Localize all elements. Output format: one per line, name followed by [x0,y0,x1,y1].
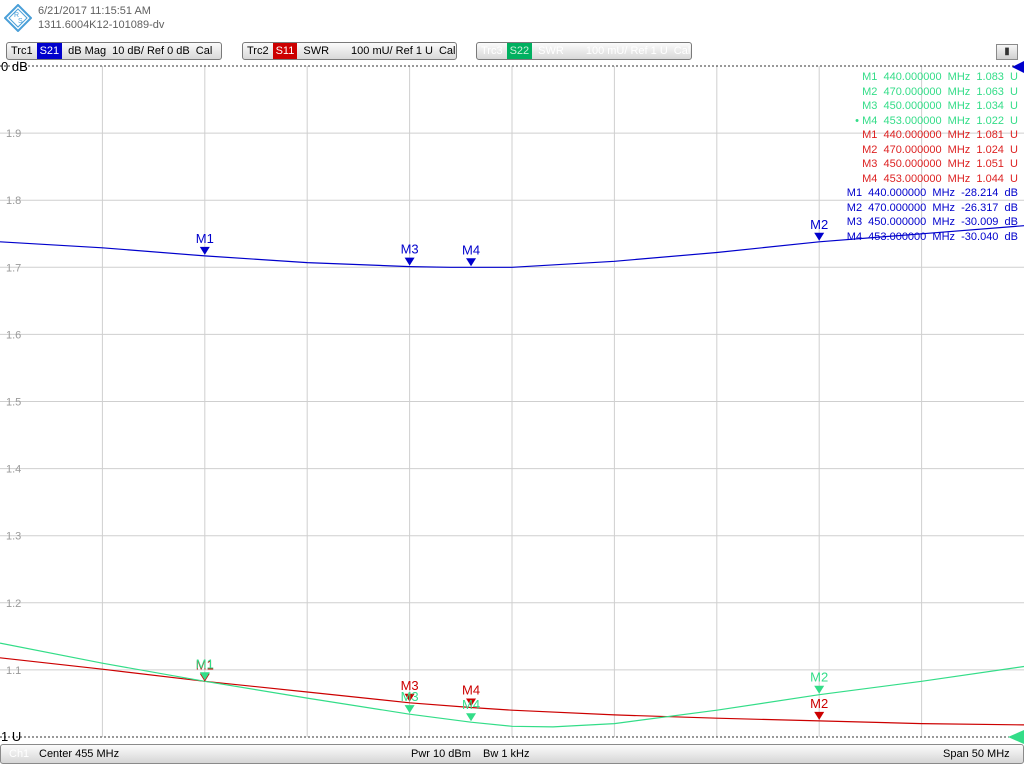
marker-triangle [404,705,415,714]
marker-readout-row: M2 470.000000 MHz 1.024 U [862,143,1018,156]
marker-label: M4 [462,697,480,712]
marker-triangle [814,685,825,694]
marker-readout-row: M2 470.000000 MHz 1.063 U [862,85,1018,98]
marker-label: M2 [810,217,828,232]
marker-readout-row: M4 453.000000 MHz 1.044 U [862,172,1018,185]
marker-label: M4 [462,242,480,257]
channel-label: Ch1 [9,748,30,760]
marker-label: M3 [401,689,419,704]
marker-triangle [814,232,825,241]
marker-readout-row: M1 440.000000 MHz -28.214 dB [846,187,1018,199]
y-bottom-label: 1 U [1,729,21,744]
marker-label: M3 [401,242,419,257]
y-tick-label: 1.2 [6,598,21,610]
marker-triangle [466,713,477,722]
marker-readout-row: M3 450.000000 MHz 1.051 U [862,158,1018,170]
marker-triangle [466,258,477,267]
marker-readout-row: M1 440.000000 MHz 1.083 U [862,71,1018,83]
span-label: Span 50 MHz [943,748,1010,760]
bandwidth-label: Bw 1 kHz [483,748,530,760]
marker-readout-row: M4 453.000000 MHz -30.040 dB [846,230,1018,243]
marker-readout-row: M3 450.000000 MHz -30.009 dB [846,216,1018,228]
marker-triangle [404,257,415,266]
marker-label: M1 [196,656,214,671]
marker-label: M2 [810,696,828,711]
marker-label: M2 [810,670,828,685]
channel-info-bar[interactable]: Ch1 Center 455 MHz Pwr 10 dBm Bw 1 kHz S… [0,744,1024,764]
y-tick-label: 1.6 [6,329,21,341]
ref-level-arrow-green[interactable] [1008,730,1024,744]
marker-readout-row: • M4 453.000000 MHz 1.022 U [855,114,1018,127]
y-tick-label: 1.4 [6,464,21,476]
marker-readout-row: M3 450.000000 MHz 1.034 U [862,100,1018,112]
marker-label: M1 [196,231,214,246]
center-frequency: Center 455 MHz [39,748,120,760]
marker-triangle [814,711,825,720]
marker-readout-row: M2 470.000000 MHz -26.317 dB [846,201,1018,214]
y-tick-label: 1.3 [6,531,21,543]
marker-triangle [199,672,210,681]
marker-triangle [199,246,210,255]
y-tick-labels: 1.9 1.8 1.7 1.6 1.5 1.4 1.3 1.2 1.1 [6,128,21,677]
y-tick-label: 1.8 [6,195,21,207]
marker-readout-row: M1 440.000000 MHz 1.081 U [862,129,1018,141]
y-tick-label: 1.9 [6,128,21,140]
y-tick-label: 1.5 [6,397,21,409]
y-tick-label: 1.7 [6,262,21,274]
y-top-label: 0 dB [1,59,28,74]
marker-info-table: M1 440.000000 MHz 1.083 U M2 470.000000 M… [847,70,1018,244]
power-label: Pwr 10 dBm [411,748,471,760]
y-tick-label: 1.1 [6,665,21,677]
marker-label: M4 [462,682,480,697]
